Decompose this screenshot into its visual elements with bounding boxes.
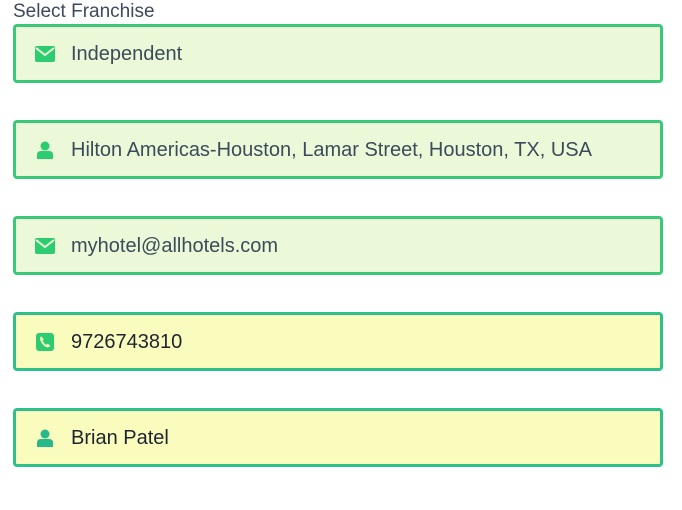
hotel-address-value: Hilton Americas-Houston, Lamar Street, H… [71,138,592,161]
phone-field[interactable]: 9726743810 [13,312,663,371]
phone-icon [34,331,56,353]
franchise-field[interactable]: Independent [13,24,663,83]
franchise-value: Independent [71,42,183,65]
email-field[interactable]: myhotel@allhotels.com [13,216,663,275]
envelope-icon [34,235,56,257]
select-franchise-label: Select Franchise [13,1,155,22]
contact-name-field[interactable]: Brian Patel [13,408,663,467]
user-icon [34,139,56,161]
user-icon [34,427,56,449]
phone-value: 9726743810 [71,330,183,353]
contact-name-value: Brian Patel [71,426,169,449]
envelope-icon [34,43,56,65]
email-value: myhotel@allhotels.com [71,234,279,257]
hotel-address-field[interactable]: Hilton Americas-Houston, Lamar Street, H… [13,120,663,179]
